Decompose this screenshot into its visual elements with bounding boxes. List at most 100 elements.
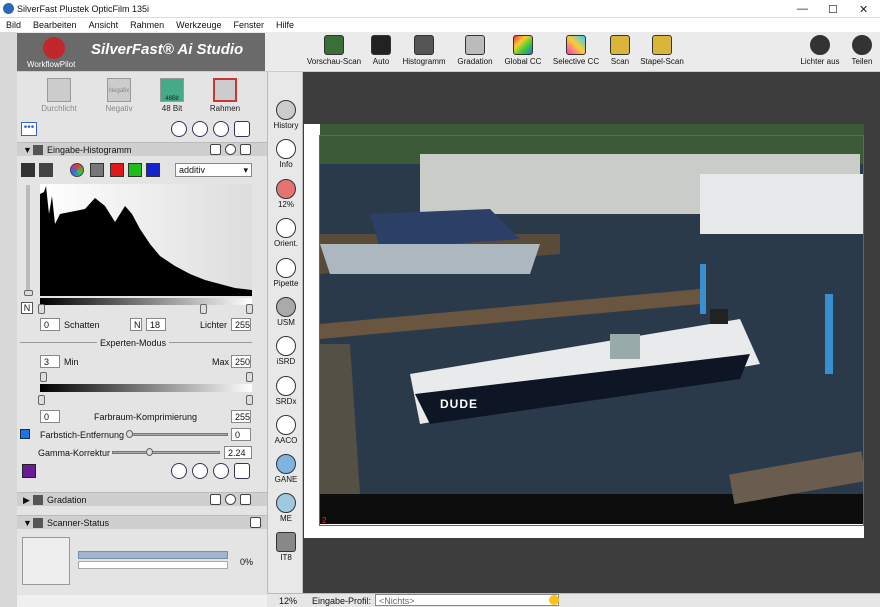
compress-field[interactable]: 0 [40, 410, 60, 423]
gamma-field[interactable]: 2.24 [224, 446, 252, 459]
gradation-enable-checkbox[interactable] [210, 494, 221, 505]
toolbar-scan[interactable]: Scan [606, 35, 634, 66]
mid-handle[interactable] [200, 304, 207, 314]
channel-green-button[interactable] [128, 163, 142, 177]
side-it8[interactable]: IT8 [268, 532, 304, 562]
cast-removal-label: Farbstich-Entfernung [40, 430, 125, 440]
menu-hilfe[interactable]: Hilfe [276, 20, 294, 30]
expert-mode-label[interactable]: Experten-Modus [97, 338, 170, 348]
toolbar-share[interactable]: Teilen [848, 35, 876, 66]
tab-48bit[interactable]: 48Bit 48 Bit [150, 78, 194, 113]
gamma-slider[interactable] [112, 451, 220, 454]
compress-max-field[interactable]: 255 [231, 410, 251, 423]
side-orientation[interactable]: Orient. [268, 218, 304, 248]
rgb-channel-icon[interactable] [70, 163, 84, 177]
side-info[interactable]: Info [268, 139, 304, 169]
menu-ansicht[interactable]: Ansicht [89, 20, 119, 30]
scanner-status-export-icon[interactable] [250, 517, 261, 528]
side-zoom[interactable]: 12% [268, 179, 304, 209]
menu-fenster[interactable]: Fenster [233, 20, 264, 30]
tab-rahmen[interactable]: Rahmen [203, 78, 247, 113]
cast-removal-knob[interactable] [126, 430, 133, 438]
vertical-slider[interactable] [26, 185, 30, 295]
channel-gray-button[interactable] [90, 163, 104, 177]
menu-rahmen[interactable]: Rahmen [130, 20, 164, 30]
max-field[interactable]: 250 [231, 355, 251, 368]
expert-button[interactable] [192, 121, 208, 137]
channel-blue-button[interactable] [146, 163, 160, 177]
n-toggle[interactable]: N [21, 302, 33, 314]
cast-removal-checkbox[interactable] [20, 429, 30, 439]
plugin-p-icon[interactable] [22, 464, 36, 478]
reset-button[interactable] [234, 121, 250, 137]
workflow-pilot-label[interactable]: WorkflowPilot [27, 60, 75, 69]
histogram-reset-button[interactable] [234, 463, 250, 479]
more-options-button[interactable]: ••• [21, 122, 37, 136]
toolbar-preview-scan[interactable]: Vorschau-Scan [303, 35, 365, 66]
close-button[interactable]: ✕ [859, 3, 868, 16]
side-label: IT8 [280, 553, 292, 562]
compress-handle-right[interactable] [246, 395, 253, 405]
auto-levels-icon[interactable] [39, 163, 53, 177]
side-srdx[interactable]: SRDx [268, 376, 304, 406]
mid-n-toggle[interactable]: N [130, 318, 142, 331]
shadow-handle[interactable] [38, 304, 45, 314]
toolbar-selective-cc[interactable]: Selective CC [550, 35, 602, 66]
input-profile-field[interactable]: <Nichts> [375, 594, 559, 606]
toolbar-gradation[interactable]: Gradation [454, 35, 496, 66]
shadows-field[interactable]: 0 [40, 318, 60, 331]
side-isrd[interactable]: iSRD [268, 336, 304, 366]
toolbar-batch-scan[interactable]: Stapel-Scan [637, 35, 687, 66]
vertical-slider-knob[interactable] [24, 290, 33, 296]
side-aaco[interactable]: AACO [268, 415, 304, 445]
side-gane[interactable]: GANE [268, 454, 304, 484]
toolbar-histogram[interactable]: Histogramm [398, 35, 450, 66]
gamma-knob[interactable] [146, 448, 153, 456]
compress-handle-left[interactable] [38, 395, 45, 405]
side-history[interactable]: History [268, 100, 304, 130]
collapse-arrow-icon[interactable]: ▼ [23, 516, 32, 530]
cast-removal-field[interactable]: 0 [231, 428, 251, 441]
minimize-button[interactable]: — [797, 3, 808, 15]
toolbar-lights-off[interactable]: Lichter aus [798, 35, 842, 66]
midtone-field[interactable]: 18 [146, 318, 166, 331]
orientation-icon [276, 218, 296, 238]
cast-removal-slider[interactable] [128, 433, 228, 436]
eyedropper-icon[interactable] [21, 163, 35, 177]
highlight-handle[interactable] [246, 304, 253, 314]
scan-frame-selection[interactable] [319, 135, 864, 526]
menu-werkzeuge[interactable]: Werkzeuge [176, 20, 221, 30]
histogram-section-header[interactable]: ▼ Eingabe-Histogramm [17, 142, 267, 156]
channel-red-button[interactable] [110, 163, 124, 177]
histogram-help-button[interactable] [171, 463, 187, 479]
min-field[interactable]: 3 [40, 355, 60, 368]
side-me[interactable]: ME [268, 493, 304, 523]
collapse-arrow-icon[interactable]: ▼ [23, 143, 32, 157]
menu-bild[interactable]: Bild [6, 20, 21, 30]
tab-negativ[interactable]: Negafix Negativ [97, 78, 141, 113]
enable-checkbox[interactable] [210, 144, 221, 155]
min-handle[interactable] [40, 372, 47, 382]
toolbar-global-cc[interactable]: Global CC [502, 35, 544, 66]
side-usm[interactable]: USM [268, 297, 304, 327]
max-handle[interactable] [246, 372, 253, 382]
menu-bearbeiten[interactable]: Bearbeiten [33, 20, 77, 30]
close-section-button[interactable] [225, 144, 236, 155]
histogram-play-button[interactable] [213, 463, 229, 479]
export-arrow-icon[interactable] [240, 144, 251, 155]
mode-select[interactable]: additiv ▾ [175, 163, 252, 177]
play-button[interactable] [213, 121, 229, 137]
warning-info-icon[interactable] [549, 595, 559, 605]
maximize-button[interactable]: ☐ [828, 3, 838, 16]
tab-durchlicht[interactable]: Durchlicht [37, 78, 81, 113]
gradation-close-button[interactable] [225, 494, 236, 505]
toolbar-auto[interactable]: Auto [366, 35, 396, 66]
side-pipette[interactable]: Pipette [268, 258, 304, 288]
expand-arrow-icon[interactable]: ▶ [23, 493, 30, 507]
histogram-expert-button[interactable] [192, 463, 208, 479]
gradation-section-header[interactable]: ▶ Gradation [17, 492, 267, 506]
help-button[interactable] [171, 121, 187, 137]
highlights-field[interactable]: 255 [231, 318, 251, 331]
scanner-status-header[interactable]: ▼ Scanner-Status [17, 515, 267, 529]
gradation-export-icon[interactable] [240, 494, 251, 505]
